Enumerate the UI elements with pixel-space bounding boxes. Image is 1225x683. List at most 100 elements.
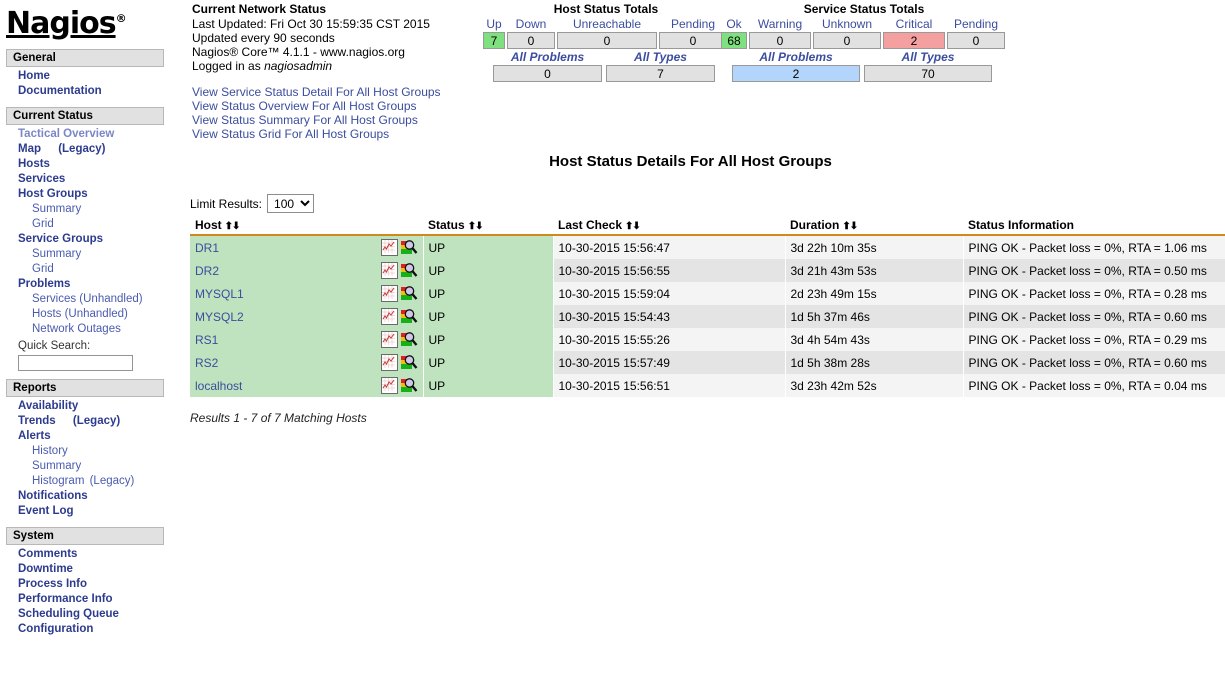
sidebar-item-label: Services (Unhandled) — [32, 293, 143, 305]
trends-icon[interactable] — [380, 354, 398, 371]
cell-status-information: PING OK - Packet loss = 0%, RTA = 0.04 m… — [963, 374, 1225, 397]
status-detail-icon[interactable] — [400, 263, 418, 278]
host-total-value-unreachable[interactable]: 0 — [557, 32, 657, 49]
column-header-duration[interactable]: Duration ⬆⬇ — [785, 218, 963, 236]
sidebar-item-availability[interactable]: Availability — [0, 399, 170, 414]
status-detail-icon[interactable] — [400, 286, 418, 301]
sidebar-item-label: Services — [18, 173, 66, 185]
sidebar-item-process-info[interactable]: Process Info — [0, 577, 170, 592]
trends-icon[interactable] — [380, 377, 398, 394]
host-link[interactable]: RS1 — [195, 333, 218, 347]
sidebar-item-alerts-histogram[interactable]: Histogram (Legacy) — [0, 474, 170, 489]
sidebar-item-service-groups[interactable]: Service Groups — [0, 232, 170, 247]
service-total-header-ok[interactable]: Ok — [721, 17, 747, 32]
host-link[interactable]: localhost — [195, 379, 242, 393]
sidebar-item-hostgroups-summary[interactable]: Summary — [0, 202, 170, 217]
host-action-icons — [380, 331, 418, 348]
sidebar-item-performance-info[interactable]: Performance Info — [0, 592, 170, 607]
trends-icon[interactable] — [380, 285, 398, 302]
sidebar-item-services-unhandled[interactable]: Services (Unhandled) — [0, 292, 170, 307]
host-link[interactable]: MYSQL1 — [195, 287, 244, 301]
nagios-logo[interactable]: Nagios® — [0, 0, 170, 41]
sidebar-item-problems[interactable]: Problems — [0, 277, 170, 292]
host-total-value-up[interactable]: 7 — [483, 32, 505, 49]
service-total-value-ok[interactable]: 68 — [721, 32, 747, 49]
sidebar-item-map[interactable]: Map (Legacy) — [0, 142, 170, 157]
trends-icon[interactable] — [380, 239, 398, 256]
quick-search-input[interactable] — [18, 355, 133, 371]
service-total-value-unknown[interactable]: 0 — [813, 32, 881, 49]
sidebar-item-configuration[interactable]: Configuration — [0, 622, 170, 637]
trends-icon[interactable] — [380, 331, 398, 348]
sidebar-item-network-outages[interactable]: Network Outages — [0, 322, 170, 337]
service-total-header-unknown[interactable]: Unknown — [813, 17, 881, 32]
sidebar-item-trends[interactable]: Trends (Legacy) — [0, 414, 170, 429]
sidebar-item-notifications[interactable]: Notifications — [0, 489, 170, 504]
sidebar-item-label: Host Groups — [18, 188, 88, 200]
service-total-value-pending[interactable]: 0 — [947, 32, 1005, 49]
service-sub-header-all-types[interactable]: All Types — [864, 49, 992, 65]
service-total-header-pending[interactable]: Pending — [947, 17, 1005, 32]
host-link[interactable]: DR2 — [195, 264, 219, 278]
column-header-status[interactable]: Status ⬆⬇ — [423, 218, 553, 236]
sort-arrows-icon[interactable]: ⬆⬇ — [222, 221, 241, 232]
sidebar-item-documentation[interactable]: Documentation — [0, 84, 170, 99]
column-header-label: Status Information — [968, 218, 1075, 232]
sidebar-item-servicegroups-grid[interactable]: Grid — [0, 262, 170, 277]
service-sub-header-all-problems[interactable]: All Problems — [732, 49, 860, 65]
service-sub-value-all-problems[interactable]: 2 — [732, 65, 860, 82]
view-link-3[interactable]: View Status Grid For All Host Groups — [192, 127, 492, 141]
service-total-header-warning[interactable]: Warning — [749, 17, 811, 32]
host-link[interactable]: MYSQL2 — [195, 310, 244, 324]
sidebar-item-event-log[interactable]: Event Log — [0, 504, 170, 519]
column-header-last-check[interactable]: Last Check ⬆⬇ — [553, 218, 785, 236]
sidebar-item-services[interactable]: Services — [0, 172, 170, 187]
sidebar-item-hostgroups-grid[interactable]: Grid — [0, 217, 170, 232]
sort-arrows-icon[interactable]: ⬆⬇ — [839, 221, 858, 232]
host-sub-header-all-problems[interactable]: All Problems — [493, 49, 602, 65]
host-total-value-down[interactable]: 0 — [507, 32, 555, 49]
sidebar-item-alerts-summary[interactable]: Summary — [0, 459, 170, 474]
sidebar-item-comments[interactable]: Comments — [0, 547, 170, 562]
trends-icon[interactable] — [380, 308, 398, 325]
status-detail-icon[interactable] — [400, 378, 418, 393]
limit-results-select[interactable]: 100502510All — [267, 194, 315, 213]
host-sub-value-all-types[interactable]: 7 — [606, 65, 715, 82]
host-total-header-up[interactable]: Up — [483, 17, 505, 32]
sort-arrows-icon[interactable]: ⬆⬇ — [465, 221, 484, 232]
host-link[interactable]: DR1 — [195, 241, 219, 255]
sidebar-item-scheduling-queue[interactable]: Scheduling Queue — [0, 607, 170, 622]
sidebar-item-hosts[interactable]: Hosts — [0, 157, 170, 172]
host-link[interactable]: RS2 — [195, 356, 218, 370]
view-link-0[interactable]: View Service Status Detail For All Host … — [192, 85, 492, 99]
status-detail-icon[interactable] — [400, 332, 418, 347]
service-total-header-critical[interactable]: Critical — [883, 17, 945, 32]
sidebar-item-alerts-history[interactable]: History — [0, 444, 170, 459]
sidebar-item-hosts-unhandled[interactable]: Hosts (Unhandled) — [0, 307, 170, 322]
sort-arrows-icon[interactable]: ⬆⬇ — [622, 221, 641, 232]
sidebar-item-host-groups[interactable]: Host Groups — [0, 187, 170, 202]
service-sub-value-all-types[interactable]: 70 — [864, 65, 992, 82]
status-detail-icon[interactable] — [400, 240, 418, 255]
trends-icon[interactable] — [380, 262, 398, 279]
status-detail-icon[interactable] — [400, 309, 418, 324]
host-total-header-down[interactable]: Down — [507, 17, 555, 32]
sidebar-item-tactical-overview[interactable]: Tactical Overview — [0, 127, 170, 142]
status-detail-icon[interactable] — [400, 355, 418, 370]
host-sub-value-all-problems[interactable]: 0 — [493, 65, 602, 82]
sidebar-item-servicegroups-summary[interactable]: Summary — [0, 247, 170, 262]
column-header-host[interactable]: Host ⬆⬇ — [190, 218, 423, 236]
sidebar-item-downtime[interactable]: Downtime — [0, 562, 170, 577]
cell-duration: 1d 5h 37m 46s — [785, 305, 964, 328]
sidebar-item-alerts[interactable]: Alerts — [0, 429, 170, 444]
view-link-1[interactable]: View Status Overview For All Host Groups — [192, 99, 492, 113]
view-link-2[interactable]: View Status Summary For All Host Groups — [192, 113, 492, 127]
service-total-value-critical[interactable]: 2 — [883, 32, 945, 49]
service-total-value-warning[interactable]: 0 — [749, 32, 811, 49]
host-total-header-pending[interactable]: Pending — [659, 17, 727, 32]
host-total-header-unreachable[interactable]: Unreachable — [557, 17, 657, 32]
sidebar-item-label: Summary — [32, 203, 82, 215]
host-total-value-pending[interactable]: 0 — [659, 32, 727, 49]
sidebar-item-home[interactable]: Home — [0, 69, 170, 84]
host-sub-header-all-types[interactable]: All Types — [606, 49, 715, 65]
